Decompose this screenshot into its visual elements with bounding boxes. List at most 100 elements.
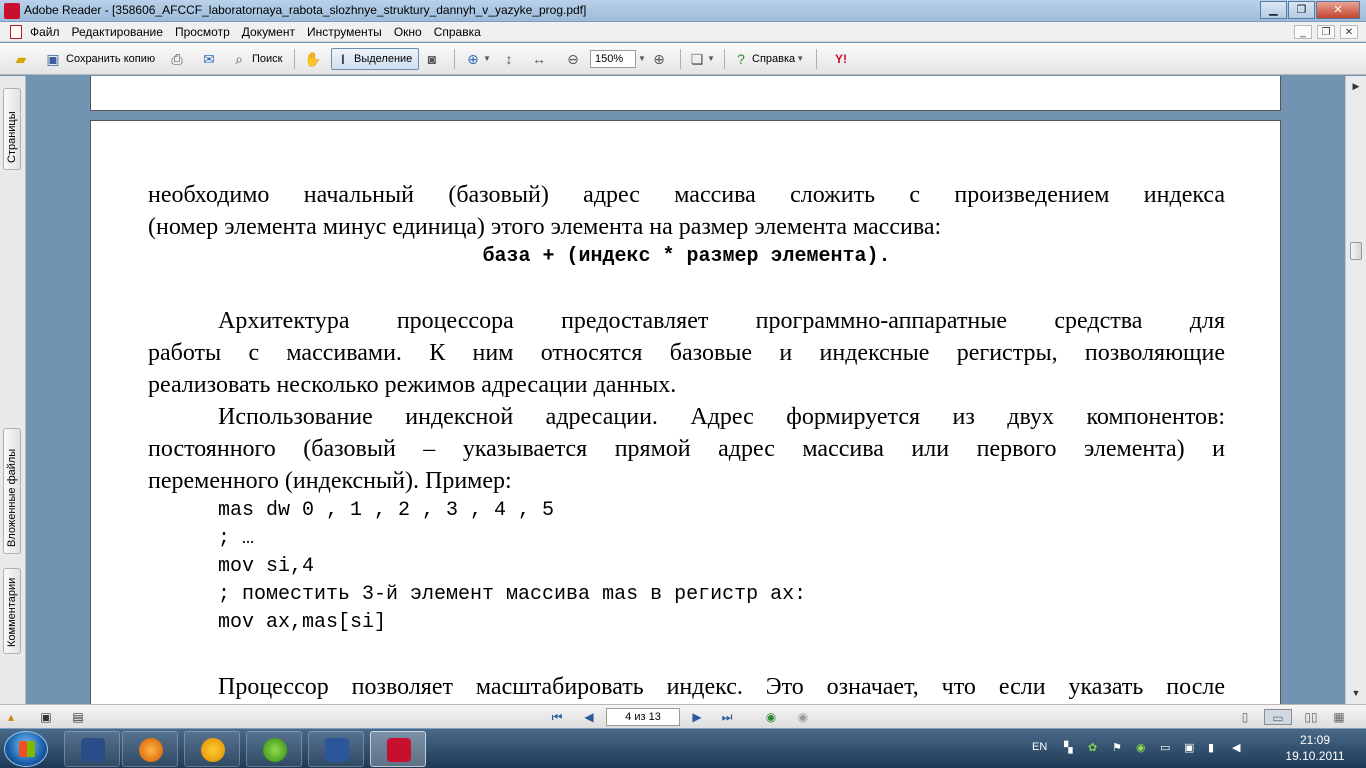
menu-tools[interactable]: Инструменты <box>307 25 382 39</box>
forward-view-button[interactable]: ◉ <box>794 709 812 725</box>
help-button[interactable]: ? Справка ▼ <box>732 48 805 70</box>
previous-page-button[interactable]: ◀ <box>580 709 598 725</box>
tray-signal-icon[interactable]: ▮ <box>1208 741 1214 754</box>
taskbar-app-utorrent[interactable] <box>246 731 302 767</box>
tray-green-icon[interactable]: ✿ <box>1088 741 1097 754</box>
taskbar-app-aimp[interactable] <box>184 731 240 767</box>
continuous-view-button[interactable]: ▭ <box>1264 709 1292 725</box>
tab-comments[interactable]: Комментарии <box>3 568 21 654</box>
yahoo-button[interactable]: Y! <box>824 48 858 70</box>
hand-tool-button[interactable]: ✋ <box>304 48 322 70</box>
first-page-button[interactable]: ⏮ <box>548 709 566 725</box>
tray-flag-icon[interactable]: ⚑ <box>1112 741 1122 754</box>
doc-restore-button[interactable]: ❐ <box>1317 25 1335 39</box>
vertical-scrollbar[interactable]: ▶ ▼ <box>1345 76 1366 704</box>
save-copy-button[interactable]: ▣ Сохранить копию <box>44 48 155 70</box>
tray-display-icon[interactable]: ▭ <box>1160 741 1170 754</box>
email-icon: ✉ <box>203 51 215 67</box>
zoom-out-button[interactable]: ⊖ <box>564 48 582 70</box>
chevron-down-icon[interactable]: ▼ <box>636 50 648 68</box>
email-button[interactable]: ✉ <box>200 48 218 70</box>
menu-help[interactable]: Справка <box>434 25 481 39</box>
tray-device-icon[interactable]: ▣ <box>1184 741 1194 754</box>
aimp-icon <box>201 738 225 762</box>
fit-width-button[interactable]: ↔ <box>530 48 548 70</box>
single-page-view-button[interactable]: ▯ <box>1236 709 1254 725</box>
menu-view[interactable]: Просмотр <box>175 25 230 39</box>
next-page-button[interactable]: ▶ <box>688 709 706 725</box>
menu-edit[interactable]: Редактирование <box>72 25 163 39</box>
document-viewport[interactable]: необходимо начальный (базовый) адрес мас… <box>27 76 1345 704</box>
zoom-tool-button[interactable]: ⊕ ▼ <box>464 48 492 70</box>
page-number-field[interactable]: 4 из 13 <box>606 708 680 726</box>
close-button[interactable]: ✕ <box>1316 1 1360 19</box>
navigation-panel: Страницы Вложенные файлы Комментарии <box>0 76 26 704</box>
fit-page-button[interactable]: ↕ <box>500 48 518 70</box>
maximize-button[interactable]: ❐ <box>1288 1 1315 19</box>
text-line: переменного (индексный). Пример: <box>148 468 512 494</box>
taskbar-app-word[interactable] <box>308 731 364 767</box>
scroll-thumb[interactable] <box>1350 242 1362 260</box>
tab-attachments[interactable]: Вложенные файлы <box>3 428 21 554</box>
text-line: Использование индексной адресации. Адрес… <box>218 404 1225 430</box>
system-clock[interactable]: 21:09 19.10.2011 <box>1270 732 1360 764</box>
taskbar-app-firefox[interactable] <box>122 731 178 767</box>
tray-utorrent-icon[interactable]: ◉ <box>1136 741 1146 754</box>
zoom-combobox[interactable]: 150% ▼ <box>590 48 648 70</box>
select-tool-button[interactable]: I Выделение <box>331 48 420 70</box>
scroll-up-arrow[interactable]: ▶ <box>1349 79 1363 93</box>
tab-attachments-label: Вложенные файлы <box>6 448 18 547</box>
taskbar: EN ▚ ✿ ⚑ ◉ ▭ ▣ ▮ ◀ 21:09 19.10.2011 <box>0 728 1366 768</box>
last-page-button[interactable]: ⏭ <box>718 709 736 725</box>
menu-file[interactable]: Файл <box>30 25 60 39</box>
print-button[interactable]: ⎙ <box>168 48 186 70</box>
page-layout-button[interactable]: ❏ ▼ <box>688 48 716 70</box>
minimize-button[interactable]: ▁ <box>1260 1 1287 19</box>
chevron-down-icon: ▼ <box>707 54 715 63</box>
back-view-button[interactable]: ◉ <box>762 709 780 725</box>
security-icon[interactable]: ▴ <box>4 709 18 725</box>
word-icon <box>325 738 349 762</box>
code-line: mov si,4 <box>218 555 315 578</box>
select-label: Выделение <box>354 53 413 65</box>
chevron-down-icon: ▼ <box>483 54 491 63</box>
tray-network-icon[interactable]: ▚ <box>1064 741 1072 754</box>
taskbar-app-explorer[interactable] <box>64 731 120 767</box>
open-button[interactable]: ▰ <box>12 48 30 70</box>
floppy-icon <box>81 738 105 762</box>
pdf-page: необходимо начальный (базовый) адрес мас… <box>90 120 1281 704</box>
menu-document[interactable]: Документ <box>242 25 295 39</box>
window-title: Adobe Reader - [358606_AFCCF_laboratorna… <box>24 3 587 17</box>
text-line: постоянного (базовый – указывается прямо… <box>148 436 1225 462</box>
tray-volume-icon[interactable]: ◀ <box>1232 741 1240 754</box>
doc-minimize-button[interactable]: _ <box>1294 25 1312 39</box>
formula: база + (индекс * размер элемента). <box>482 245 891 268</box>
search-button[interactable]: ⌕ Поиск <box>230 48 282 70</box>
text-line: Процессор позволяет масштабировать индек… <box>218 674 1225 700</box>
taskbar-app-adobe-reader[interactable] <box>370 731 426 767</box>
language-indicator[interactable]: EN <box>1032 741 1047 753</box>
menu-window[interactable]: Окно <box>394 25 422 39</box>
folder-icon: ▰ <box>15 51 27 67</box>
tab-pages[interactable]: Страницы <box>3 88 21 170</box>
previous-page <box>90 76 1281 111</box>
zoom-field[interactable]: 150% <box>590 50 636 68</box>
scroll-down-arrow[interactable]: ▼ <box>1349 686 1363 700</box>
zoom-in-button[interactable]: ⊕ <box>650 48 668 70</box>
snapshot-button[interactable]: ◙ <box>423 48 441 70</box>
tab-pages-label: Страницы <box>6 111 18 163</box>
continuous-facing-view-button[interactable]: ▦ <box>1330 709 1348 725</box>
toolbar: ▰ ▣ Сохранить копию ⎙ ✉ ⌕ Поиск ✋ I Выде… <box>0 43 1366 75</box>
page-layout-icon: ❏ <box>690 51 704 67</box>
start-button[interactable] <box>4 731 48 767</box>
clock-date: 19.10.2011 <box>1285 749 1345 763</box>
text-cursor-icon: I <box>341 51 345 67</box>
document-properties-icon[interactable]: ▤ <box>70 709 86 725</box>
minus-circle-icon: ⊖ <box>567 51 579 67</box>
doc-close-button[interactable]: ✕ <box>1340 25 1358 39</box>
text-line: Архитектура процессора предоставляет про… <box>218 308 1225 334</box>
utorrent-icon <box>263 738 287 762</box>
facing-view-button[interactable]: ▯▯ <box>1302 709 1320 725</box>
page-size-icon[interactable]: ▣ <box>38 709 54 725</box>
code-line: ; … <box>218 527 255 550</box>
